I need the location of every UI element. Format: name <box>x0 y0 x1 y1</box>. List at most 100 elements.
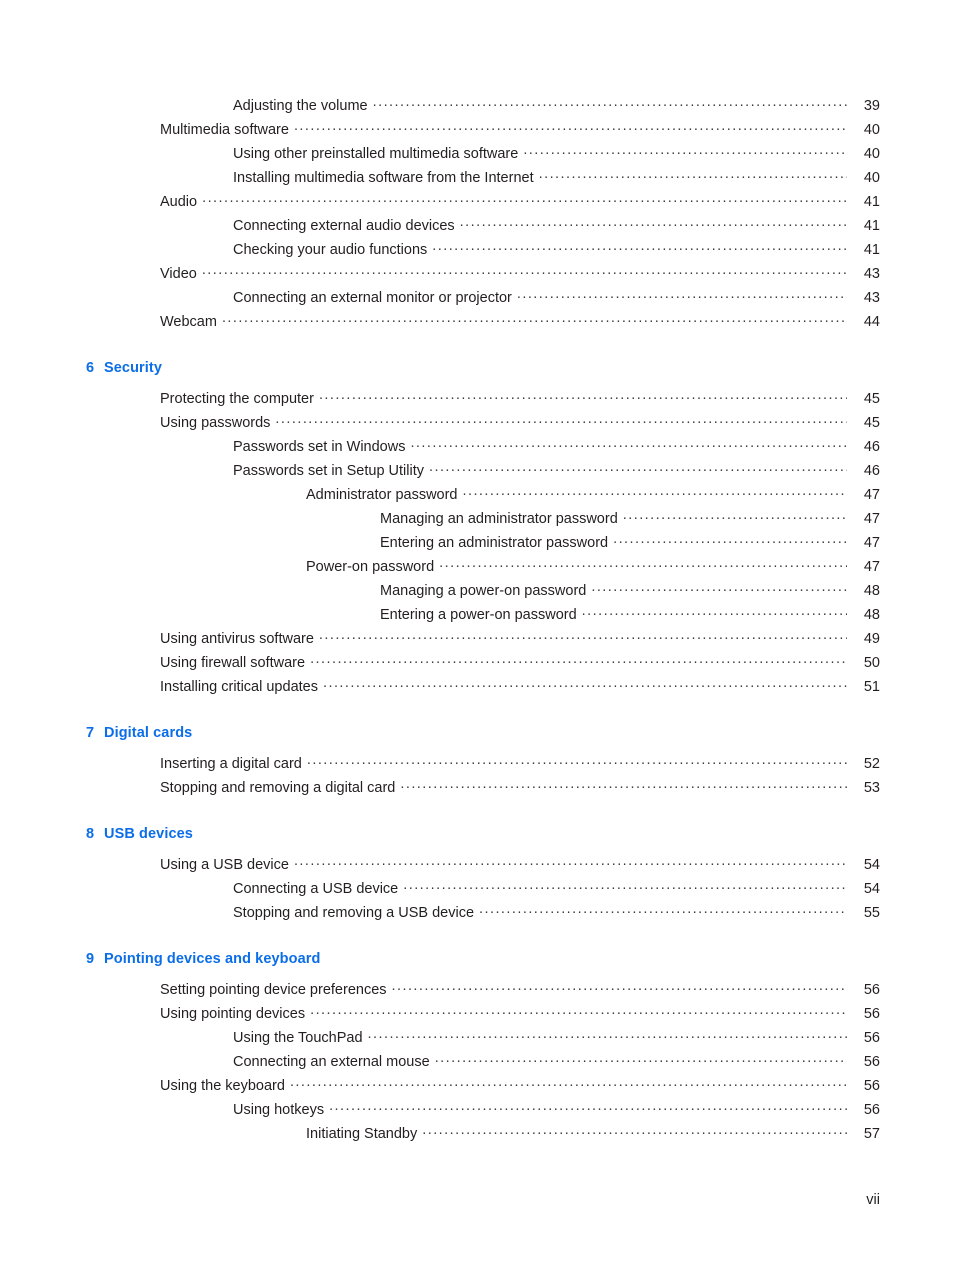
toc-entry-label: Connecting external audio devices <box>233 218 455 234</box>
toc-entry-page-number: 55 <box>863 905 880 921</box>
toc-entry-label: Entering an administrator password <box>380 535 609 551</box>
toc-entry-label: Managing a power-on password <box>380 583 587 599</box>
toc-entry-page-number: 41 <box>863 242 880 258</box>
leader-dots <box>463 485 848 499</box>
toc-entry[interactable]: Passwords set in Windows 46 <box>86 435 880 459</box>
toc-entry-label: Using hotkeys <box>233 1102 325 1118</box>
leader-dots <box>392 980 847 994</box>
leader-dots <box>319 389 847 403</box>
toc-entry[interactable]: Webcam 44 <box>86 310 880 334</box>
toc-entry-label: Protecting the computer <box>160 391 314 407</box>
leader-dots <box>432 240 847 254</box>
toc-entry[interactable]: Video 43 <box>86 262 880 286</box>
toc-entry[interactable]: Power-on password 47 <box>86 555 880 579</box>
toc-entry[interactable]: Setting pointing device preferences 56 <box>86 978 880 1002</box>
toc-entry-page-number: 43 <box>863 266 880 282</box>
toc-entry[interactable]: Connecting a USB device 54 <box>86 877 880 901</box>
toc-entry-page-number: 40 <box>863 146 880 162</box>
toc-entry[interactable]: Administrator password 47 <box>86 483 880 507</box>
toc-entry[interactable]: Using antivirus software 49 <box>86 627 880 651</box>
toc-entry[interactable]: Using passwords 45 <box>86 411 880 435</box>
toc-entry[interactable]: Inserting a digital card 52 <box>86 752 880 776</box>
toc-entry-label: Using antivirus software <box>160 631 314 647</box>
toc-entry[interactable]: Using a USB device 54 <box>86 853 880 877</box>
toc-entry-label: Using the TouchPad <box>233 1030 363 1046</box>
toc-entry[interactable]: Using the keyboard 56 <box>86 1074 880 1098</box>
chapter-heading[interactable]: 9 Pointing devices and keyboard <box>86 951 880 975</box>
toc-entry[interactable]: Entering an administrator password 47 <box>86 531 880 555</box>
toc-entry[interactable]: Using hotkeys 56 <box>86 1098 880 1122</box>
toc-entry-label: Power-on password <box>306 559 435 575</box>
toc-entry[interactable]: Connecting external audio devices 41 <box>86 214 880 238</box>
toc-entry[interactable]: Adjusting the volume 39 <box>86 94 880 118</box>
toc-entry[interactable]: Managing an administrator password 47 <box>86 507 880 531</box>
toc-entry-label: Managing an administrator password <box>380 511 618 527</box>
toc-entry[interactable]: Using the TouchPad 56 <box>86 1026 880 1050</box>
leader-dots <box>410 437 847 451</box>
toc-entry-page-number: 47 <box>863 535 880 551</box>
toc-entry-label: Using the keyboard <box>160 1078 285 1094</box>
leader-dots <box>429 461 847 475</box>
leader-dots <box>422 1124 847 1138</box>
toc-entry-label: Administrator password <box>306 487 458 503</box>
leader-dots <box>539 168 847 182</box>
toc-entry[interactable]: Multimedia software 40 <box>86 118 880 142</box>
toc-entry[interactable]: Installing multimedia software from the … <box>86 166 880 190</box>
chapter-title: Digital cards <box>104 725 193 741</box>
toc-entry[interactable]: Using firewall software 50 <box>86 651 880 675</box>
chapter-heading[interactable]: 7 Digital cards <box>86 725 880 749</box>
toc-entry[interactable]: Managing a power-on password 48 <box>86 579 880 603</box>
toc-entry-page-number: 56 <box>863 1054 880 1070</box>
toc-entry-page-number: 41 <box>863 194 880 210</box>
chapter-heading[interactable]: 8 USB devices <box>86 826 880 850</box>
toc-entry-page-number: 39 <box>863 98 880 114</box>
leader-dots <box>623 509 847 523</box>
toc-entry[interactable]: Protecting the computer 45 <box>86 387 880 411</box>
toc-entry-page-number: 43 <box>863 290 880 306</box>
toc-entry[interactable]: Stopping and removing a USB device 55 <box>86 901 880 925</box>
toc-entry-page-number: 56 <box>863 1030 880 1046</box>
toc-entry-page-number: 50 <box>863 655 880 671</box>
toc-entry[interactable]: Checking your audio functions 41 <box>86 238 880 262</box>
toc-entry-label: Passwords set in Windows <box>233 439 406 455</box>
toc-entry-label: Passwords set in Setup Utility <box>233 463 424 479</box>
leader-dots <box>582 605 847 619</box>
toc-entry[interactable]: Connecting an external monitor or projec… <box>86 286 880 310</box>
toc-entry-page-number: 40 <box>863 122 880 138</box>
toc-entry[interactable]: Using other preinstalled multimedia soft… <box>86 142 880 166</box>
toc-entry-page-number: 56 <box>863 1102 880 1118</box>
toc-entry[interactable]: Using pointing devices 56 <box>86 1002 880 1026</box>
leader-dots <box>439 557 847 571</box>
toc-entry-label: Installing multimedia software from the … <box>233 170 534 186</box>
toc-entry[interactable]: Installing critical updates 51 <box>86 675 880 699</box>
toc-entry-label: Installing critical updates <box>160 679 318 695</box>
chapter-title: USB devices <box>104 826 193 842</box>
toc-entry[interactable]: Stopping and removing a digital card 53 <box>86 776 880 800</box>
leader-dots <box>373 96 847 110</box>
leader-dots <box>523 144 847 158</box>
toc-entry[interactable]: Initiating Standby 57 <box>86 1122 880 1146</box>
toc-entry-label: Adjusting the volume <box>233 98 368 114</box>
toc-entry-page-number: 46 <box>863 439 880 455</box>
table-of-contents: Adjusting the volume 39 Multimedia softwar… <box>86 94 880 1146</box>
toc-entry-label: Initiating Standby <box>306 1126 418 1142</box>
leader-dots <box>294 120 847 134</box>
chapter-number: 6 <box>86 360 95 376</box>
chapter-number: 7 <box>86 725 95 741</box>
toc-entry-page-number: 56 <box>863 1006 880 1022</box>
toc-entry[interactable]: Audio 41 <box>86 190 880 214</box>
toc-entry-label: Connecting an external monitor or projec… <box>233 290 512 306</box>
leader-dots <box>319 629 847 643</box>
leader-dots <box>310 1004 847 1018</box>
toc-entry-label: Using other preinstalled multimedia soft… <box>233 146 519 162</box>
toc-entry-label: Multimedia software <box>160 122 289 138</box>
toc-entry-page-number: 47 <box>863 559 880 575</box>
leader-dots <box>222 312 847 326</box>
toc-entry-page-number: 51 <box>863 679 880 695</box>
chapter-heading[interactable]: 6 Security <box>86 360 880 384</box>
toc-entry[interactable]: Passwords set in Setup Utility 46 <box>86 459 880 483</box>
toc-entry[interactable]: Connecting an external mouse 56 <box>86 1050 880 1074</box>
toc-entry[interactable]: Entering a power-on password 48 <box>86 603 880 627</box>
chapter-title: Pointing devices and keyboard <box>104 951 321 967</box>
toc-entry-page-number: 54 <box>863 881 880 897</box>
